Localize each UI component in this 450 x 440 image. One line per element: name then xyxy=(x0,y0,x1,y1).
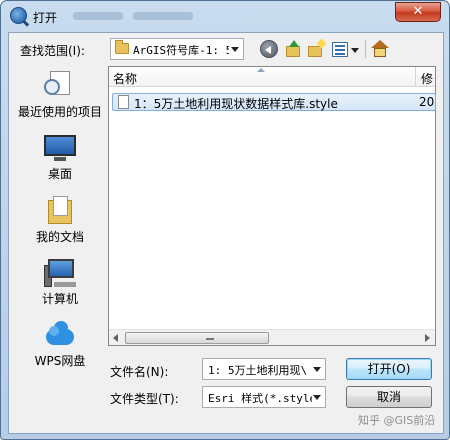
folder-icon xyxy=(115,40,129,54)
chevron-down-icon xyxy=(231,47,239,52)
magnifier-app-icon xyxy=(10,7,27,24)
chevron-down-icon[interactable] xyxy=(313,395,321,400)
place-label: WPS网盘 xyxy=(34,354,86,368)
look-in-dropdown[interactable]: ArGIS符号库-1: 5 xyxy=(110,38,244,60)
open-button[interactable]: 打开(O) xyxy=(346,358,432,380)
place-label: 桌面 xyxy=(47,167,72,181)
look-in-label: 查找范围(I): xyxy=(20,44,85,58)
scrollbar-thumb[interactable] xyxy=(125,332,269,344)
place-wps-cloud[interactable]: WPS网盘 xyxy=(14,317,106,377)
recent-items-icon xyxy=(44,69,76,99)
chevron-down-icon[interactable] xyxy=(313,367,321,372)
place-computer[interactable]: 计算机 xyxy=(14,255,106,315)
blurred-title-region xyxy=(73,12,123,20)
file-type-label: 文件类型(T): xyxy=(110,392,179,406)
column-header-modified[interactable]: 修 xyxy=(421,70,433,87)
documents-icon xyxy=(44,196,76,226)
file-icon xyxy=(118,95,129,109)
file-type-combo[interactable]: Esri 样式(*.style xyxy=(202,386,326,408)
place-label: 我的文档 xyxy=(35,230,84,244)
places-bar: 最近使用的项目 桌面 我的文档 计算机 WPS网盘 xyxy=(14,65,106,385)
column-header-row: 名称 修 xyxy=(109,67,435,87)
back-icon[interactable] xyxy=(260,40,278,58)
place-label: 最近使用的项目 xyxy=(17,105,102,119)
place-documents[interactable]: 我的文档 xyxy=(14,192,106,252)
blurred-title-region xyxy=(133,12,193,20)
cancel-button[interactable]: 取消 xyxy=(346,386,432,408)
computer-icon xyxy=(44,259,76,289)
file-modified: 20 xyxy=(419,95,435,109)
horizontal-scrollbar[interactable] xyxy=(109,329,435,345)
column-header-name[interactable]: 名称 xyxy=(113,70,137,87)
file-name-combo[interactable]: 1: 5万土地利用现\ xyxy=(202,358,326,380)
column-divider[interactable] xyxy=(415,67,416,87)
home-icon[interactable] xyxy=(371,40,389,58)
views-icon[interactable] xyxy=(332,42,348,57)
look-in-value: ArGIS符号库-1: 5 xyxy=(133,44,229,57)
watermark: 知乎 @GIS前沿 xyxy=(358,414,436,427)
views-chevron-down-icon[interactable] xyxy=(351,48,359,53)
desktop-icon xyxy=(44,133,76,163)
place-recent[interactable]: 最近使用的项目 xyxy=(14,65,106,125)
up-folder-icon[interactable] xyxy=(284,40,302,58)
file-name-value: 1: 5万土地利用现\ xyxy=(208,364,308,377)
file-name-label: 文件名(N): xyxy=(110,365,169,379)
close-button[interactable]: ✕ xyxy=(395,2,441,22)
new-folder-icon[interactable] xyxy=(307,38,327,58)
sort-ascending-icon xyxy=(257,68,265,72)
place-label: 计算机 xyxy=(41,292,78,306)
scroll-right-icon[interactable] xyxy=(425,334,430,342)
title-bar[interactable]: 打开 ✕ xyxy=(1,1,449,33)
dialog-title: 打开 xyxy=(33,11,58,25)
file-name: 1：5万土地利用现状数据样式库.style xyxy=(134,97,338,111)
scroll-left-icon[interactable] xyxy=(113,334,118,342)
toolbar-divider xyxy=(365,40,366,58)
file-list[interactable]: 名称 修 1：5万土地利用现状数据样式库.style 20 xyxy=(108,66,436,346)
file-row[interactable]: 1：5万土地利用现状数据样式库.style 20 xyxy=(112,93,436,111)
wps-cloud-icon xyxy=(44,321,76,351)
file-type-value: Esri 样式(*.style xyxy=(208,392,312,405)
place-desktop[interactable]: 桌面 xyxy=(14,129,106,189)
